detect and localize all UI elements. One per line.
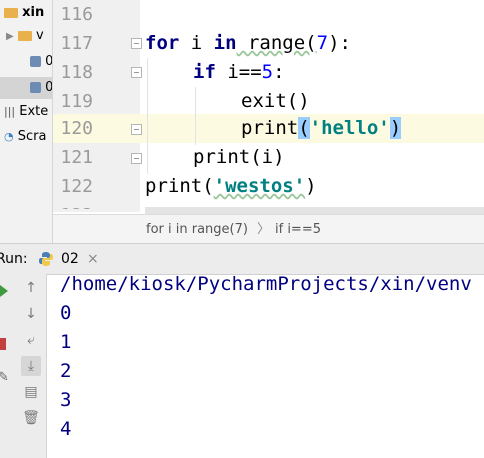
- soft-wrap-icon[interactable]: ⤶: [21, 330, 41, 350]
- console-output[interactable]: /home/kiosk/PycharmProjects/xin/venv 0 1 2 3…: [60, 270, 472, 444]
- fold-marker[interactable]: [131, 38, 142, 49]
- run-left-toolbar: ✎: [0, 274, 16, 458]
- tree-root-xin[interactable]: xin: [4, 2, 44, 24]
- tree-scratches[interactable]: ◔ Scra: [4, 126, 46, 148]
- code-text: ):: [328, 32, 351, 54]
- tree-external-libraries[interactable]: ||| Exte: [4, 101, 48, 123]
- console-line: 0: [60, 302, 72, 324]
- tree-external-label: Exte: [19, 104, 49, 119]
- code-line-119[interactable]: exit(): [241, 87, 310, 116]
- tree-root-label: xin: [22, 5, 45, 20]
- run-toolbar: ↑ ↓ ⤶ ⤓ ▤ 🗑: [16, 274, 47, 458]
- tree-folder-venv[interactable]: ▶ v: [6, 25, 44, 47]
- breadcrumb-item-for[interactable]: for i in range(7): [146, 215, 248, 245]
- line-number: 120: [60, 118, 93, 139]
- fold-marker[interactable]: [131, 124, 142, 135]
- string-literal: 'hello': [309, 117, 390, 139]
- code-line-122[interactable]: print('westos'): [145, 172, 317, 201]
- rerun-icon[interactable]: [0, 282, 8, 297]
- code-text: i: [179, 32, 214, 54]
- breadcrumb-item-if[interactable]: if i==5: [275, 215, 321, 245]
- tree-file-label: 0: [45, 54, 53, 69]
- indent-guide: [195, 87, 196, 145]
- code-text: ): [305, 175, 317, 197]
- stop-icon[interactable]: [0, 338, 6, 350]
- horizontal-scrollbar[interactable]: [145, 207, 484, 214]
- console-line: 1: [60, 331, 72, 353]
- python-icon: [38, 244, 54, 274]
- keyword-for: for: [145, 32, 180, 54]
- project-tool-window: xin ▶ v 0 0 ||| Exte ◔ Scra: [0, 0, 53, 243]
- folder-icon: [4, 7, 18, 18]
- code-line-118[interactable]: if i==5:: [193, 58, 285, 87]
- console-line: 2: [60, 360, 72, 382]
- scroll-to-end-icon[interactable]: ⤓: [21, 356, 41, 376]
- code-text: exit(): [241, 90, 310, 112]
- code-text: print(: [145, 175, 214, 197]
- scroll-up-icon[interactable]: ↑: [21, 278, 41, 298]
- line-number: 118: [60, 62, 93, 83]
- matched-paren: (: [298, 117, 310, 139]
- print-icon[interactable]: ▤: [21, 382, 41, 402]
- code-text: print(i): [193, 146, 285, 168]
- number-literal: 7: [316, 32, 329, 54]
- code-line-120[interactable]: print('hello'): [241, 114, 402, 143]
- tree-file-label: 0: [45, 80, 53, 95]
- tree-file-1[interactable]: 0: [30, 51, 53, 73]
- line-number: 119: [60, 91, 93, 112]
- line-number: 116: [60, 4, 93, 25]
- library-icon: |||: [4, 105, 16, 118]
- tree-scratches-label: Scra: [17, 129, 47, 144]
- console-line: 4: [60, 418, 72, 440]
- trash-icon[interactable]: 🗑: [21, 408, 41, 428]
- string-literal: 'westos': [213, 175, 306, 197]
- number-literal: 5: [261, 61, 274, 83]
- scroll-down-icon[interactable]: ↓: [21, 304, 41, 324]
- console-line: /home/kiosk/PycharmProjects/xin/venv: [60, 273, 472, 295]
- pin-icon[interactable]: ✎: [0, 370, 9, 385]
- breadcrumb: for i in range(7) 〉 if i==5: [53, 214, 484, 244]
- code-text: :: [273, 61, 285, 83]
- python-file-icon: [30, 56, 41, 67]
- run-label: Run:: [0, 251, 28, 267]
- code-text: range(: [236, 32, 317, 54]
- code-line-121[interactable]: print(i): [193, 143, 285, 172]
- keyword-in: in: [213, 32, 237, 54]
- tree-file-2-selected[interactable]: 0: [0, 77, 52, 99]
- code-text: print: [241, 117, 299, 139]
- scratch-icon: ◔: [4, 130, 14, 143]
- python-file-icon: [30, 82, 41, 93]
- line-number: 123: [53, 201, 93, 209]
- expand-arrow-icon[interactable]: ▶: [6, 31, 14, 42]
- code-line-117[interactable]: for i in range(7):: [145, 29, 351, 58]
- breadcrumb-separator: 〉: [257, 222, 271, 237]
- tree-folder-label: v: [35, 28, 44, 43]
- line-number: 117: [60, 33, 93, 54]
- matched-paren: ): [389, 117, 402, 139]
- line-number: 121: [60, 147, 93, 168]
- code-text: i==: [215, 61, 262, 83]
- indent-guide: [147, 58, 148, 174]
- console-line: 3: [60, 389, 72, 411]
- line-number: 122: [60, 176, 93, 197]
- keyword-if: if: [193, 61, 216, 83]
- folder-icon: [17, 30, 32, 41]
- fold-marker[interactable]: [131, 153, 142, 164]
- fold-marker[interactable]: [131, 67, 142, 78]
